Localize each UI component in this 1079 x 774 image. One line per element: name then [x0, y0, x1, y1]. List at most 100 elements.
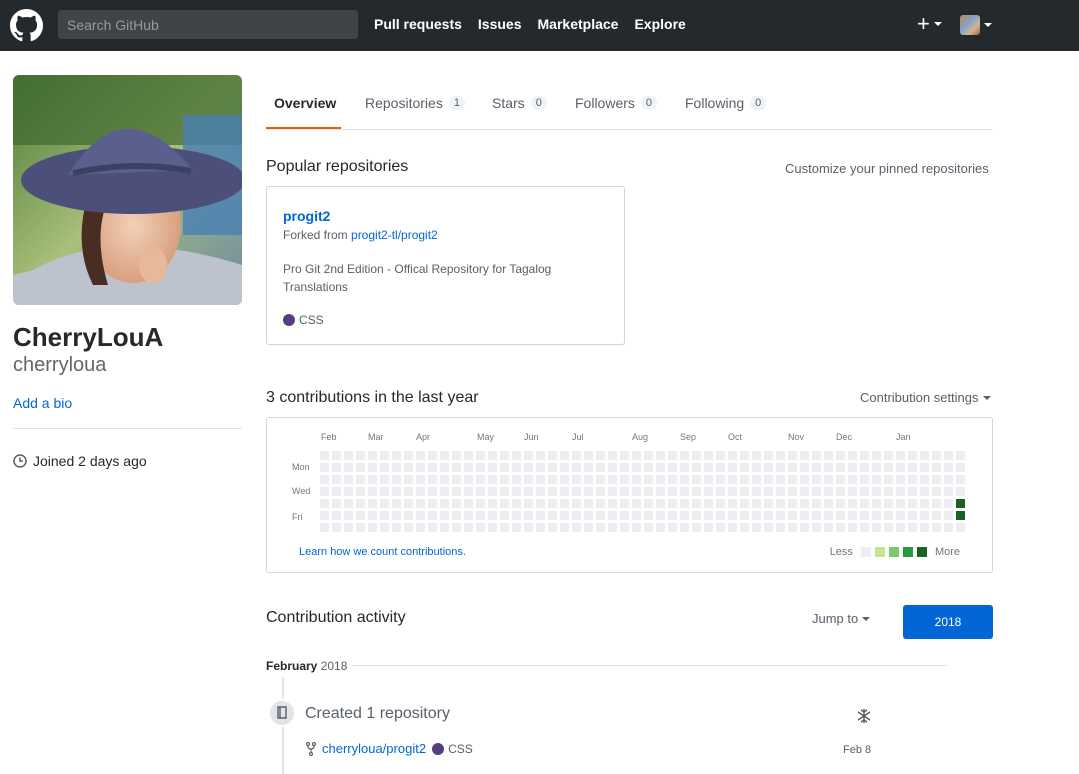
contribution-day-cell[interactable]	[584, 511, 593, 520]
contribution-day-cell[interactable]	[740, 523, 749, 532]
contribution-day-cell[interactable]	[860, 487, 869, 496]
contribution-day-cell[interactable]	[716, 499, 725, 508]
contribution-day-cell[interactable]	[668, 523, 677, 532]
contribution-day-cell[interactable]	[800, 487, 809, 496]
contribution-day-cell[interactable]	[884, 487, 893, 496]
contribution-day-cell[interactable]	[860, 463, 869, 472]
contribution-day-cell[interactable]	[488, 511, 497, 520]
year-2018-button[interactable]: 2018	[903, 605, 993, 639]
contribution-day-cell[interactable]	[380, 463, 389, 472]
contribution-day-cell[interactable]	[848, 451, 857, 460]
contribution-day-cell[interactable]	[548, 499, 557, 508]
contribution-day-cell[interactable]	[440, 523, 449, 532]
forked-from-link[interactable]: progit2-tl/progit2	[351, 228, 438, 242]
contribution-day-cell[interactable]	[776, 463, 785, 472]
contribution-day-cell[interactable]	[812, 463, 821, 472]
repo-name-link[interactable]: progit2	[283, 208, 330, 224]
contribution-day-cell[interactable]	[896, 451, 905, 460]
contribution-day-cell[interactable]	[644, 463, 653, 472]
contribution-day-cell[interactable]	[476, 451, 485, 460]
contribution-day-cell[interactable]	[812, 487, 821, 496]
contribution-day-cell[interactable]	[452, 499, 461, 508]
contribution-day-cell[interactable]	[440, 499, 449, 508]
contribution-day-cell[interactable]	[704, 451, 713, 460]
contribution-day-cell[interactable]	[668, 451, 677, 460]
contribution-day-cell[interactable]	[896, 487, 905, 496]
contribution-day-cell[interactable]	[740, 487, 749, 496]
contribution-day-cell[interactable]	[656, 511, 665, 520]
contribution-day-cell[interactable]	[320, 487, 329, 496]
tab-overview[interactable]: Overview	[274, 95, 336, 111]
contribution-day-cell[interactable]	[620, 451, 629, 460]
contribution-day-cell[interactable]	[788, 475, 797, 484]
contribution-day-cell[interactable]	[488, 499, 497, 508]
contribution-day-cell[interactable]	[908, 511, 917, 520]
contribution-day-cell[interactable]	[668, 499, 677, 508]
contribution-day-cell[interactable]	[752, 463, 761, 472]
contribution-day-cell[interactable]	[644, 475, 653, 484]
contribution-day-cell[interactable]	[380, 523, 389, 532]
contribution-day-cell[interactable]	[404, 499, 413, 508]
contribution-day-cell[interactable]	[728, 451, 737, 460]
contribution-day-cell[interactable]	[512, 475, 521, 484]
contribution-day-cell[interactable]	[560, 451, 569, 460]
contribution-day-cell[interactable]	[836, 523, 845, 532]
contribution-day-cell[interactable]	[380, 451, 389, 460]
unfold-icon[interactable]	[856, 708, 872, 727]
contribution-day-cell[interactable]	[656, 487, 665, 496]
nav-issues[interactable]: Issues	[478, 16, 522, 32]
contribution-day-cell[interactable]	[584, 523, 593, 532]
contribution-day-cell[interactable]	[884, 451, 893, 460]
contribution-day-cell[interactable]	[836, 511, 845, 520]
contribution-day-cell[interactable]	[320, 499, 329, 508]
contribution-day-cell[interactable]	[536, 475, 545, 484]
contribution-day-cell[interactable]	[740, 451, 749, 460]
contribution-day-cell[interactable]	[560, 523, 569, 532]
contribution-day-cell[interactable]	[824, 523, 833, 532]
contribution-day-cell[interactable]	[428, 523, 437, 532]
contribution-day-cell[interactable]	[392, 463, 401, 472]
contribution-day-cell[interactable]	[812, 499, 821, 508]
contribution-day-cell[interactable]	[596, 463, 605, 472]
contribution-day-cell[interactable]	[416, 499, 425, 508]
contribution-day-cell[interactable]	[560, 463, 569, 472]
tab-followers[interactable]: Followers 0	[575, 95, 658, 111]
contribution-day-cell[interactable]	[332, 451, 341, 460]
contribution-day-cell[interactable]	[452, 475, 461, 484]
contribution-day-cell[interactable]	[692, 451, 701, 460]
contribution-day-cell[interactable]	[332, 499, 341, 508]
contribution-day-cell[interactable]	[800, 475, 809, 484]
contribution-day-cell[interactable]	[392, 511, 401, 520]
contribution-day-cell[interactable]	[344, 475, 353, 484]
nav-marketplace[interactable]: Marketplace	[538, 16, 619, 32]
contribution-day-cell[interactable]	[596, 523, 605, 532]
contribution-day-cell[interactable]	[908, 475, 917, 484]
contribution-day-cell[interactable]	[392, 487, 401, 496]
contribution-day-cell[interactable]	[632, 475, 641, 484]
contribution-day-cell[interactable]	[368, 475, 377, 484]
contribution-day-cell[interactable]	[800, 499, 809, 508]
contribution-day-cell[interactable]	[380, 475, 389, 484]
contribution-day-cell[interactable]	[908, 463, 917, 472]
contribution-day-cell[interactable]	[680, 463, 689, 472]
contribution-day-cell[interactable]	[944, 475, 953, 484]
contribution-day-cell[interactable]	[692, 499, 701, 508]
contribution-day-cell[interactable]	[944, 463, 953, 472]
contribution-day-cell[interactable]	[920, 487, 929, 496]
contribution-day-cell[interactable]	[620, 511, 629, 520]
contribution-day-cell[interactable]	[464, 499, 473, 508]
contribution-day-cell[interactable]	[548, 511, 557, 520]
contribution-day-cell[interactable]	[692, 463, 701, 472]
contribution-day-cell[interactable]	[704, 463, 713, 472]
contribution-day-cell[interactable]	[356, 487, 365, 496]
contribution-day-cell[interactable]	[836, 499, 845, 508]
contribution-day-cell[interactable]	[500, 463, 509, 472]
contribution-day-cell[interactable]	[356, 451, 365, 460]
contribution-day-cell[interactable]	[392, 451, 401, 460]
contribution-day-cell[interactable]	[332, 463, 341, 472]
contribution-day-cell[interactable]	[380, 511, 389, 520]
tab-following[interactable]: Following 0	[685, 95, 767, 111]
contribution-day-cell[interactable]	[740, 499, 749, 508]
contribution-day-cell[interactable]	[332, 487, 341, 496]
contribution-day-cell[interactable]	[824, 463, 833, 472]
